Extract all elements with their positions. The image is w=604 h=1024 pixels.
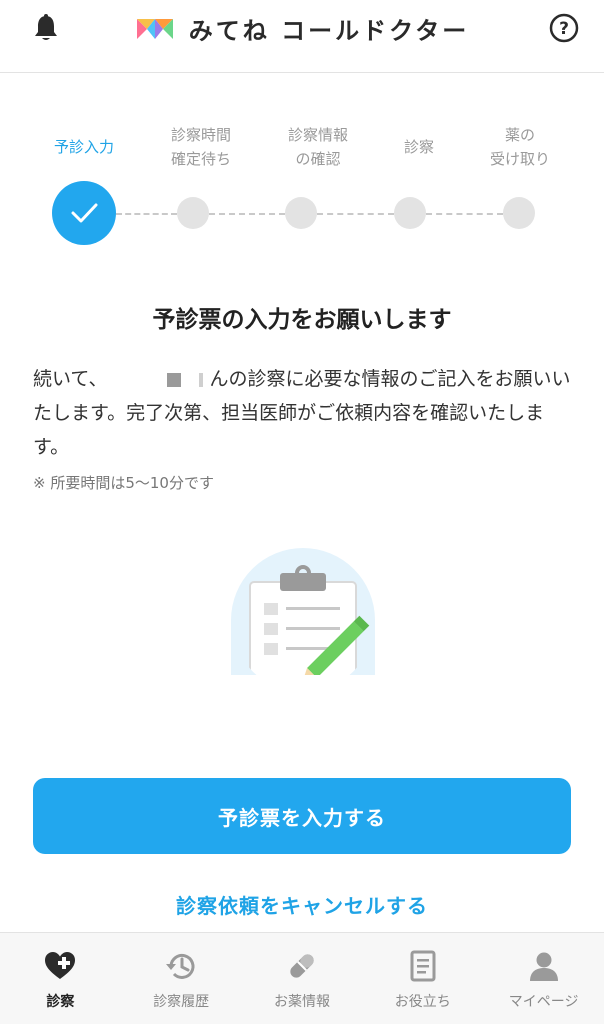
- app-header: みてね コールドクター ?: [0, 0, 604, 73]
- step-connector: [426, 213, 503, 215]
- time-note: ※ 所要時間は5〜10分です: [33, 474, 214, 492]
- step-indicator: [177, 197, 209, 229]
- instruction-text: 続いて、 んの診察に必要な情報のご記入をお願いいたします。完了次第、担当医師がご依…: [33, 368, 571, 458]
- step-indicator: [285, 197, 317, 229]
- tab-consultation[interactable]: 診察: [0, 933, 121, 1024]
- step-connector: [116, 213, 177, 215]
- tab-mypage[interactable]: マイページ: [483, 933, 604, 1024]
- tab-history[interactable]: 診察履歴: [121, 933, 242, 1024]
- check-icon: [71, 203, 98, 223]
- step-indicator: [503, 197, 535, 229]
- step-label-5: 薬の 受け取り: [489, 126, 550, 168]
- history-icon: [166, 953, 195, 979]
- svg-text:?: ?: [559, 19, 569, 39]
- step-label-4: 診察: [403, 138, 434, 156]
- app-title: みてね コールドクター: [188, 16, 470, 45]
- tab-medicine[interactable]: お薬情報: [242, 933, 363, 1024]
- step-connector: [209, 213, 285, 215]
- brand: みてね コールドクター: [0, 10, 604, 46]
- fill-questionnaire-button[interactable]: 予診票を入力する: [33, 778, 571, 854]
- step-label-1: 予診入力: [53, 138, 114, 156]
- step-label-2: 診察時間 確定待ち: [170, 126, 231, 168]
- page-title: 予診票の入力をお願いします: [152, 307, 452, 333]
- step-connector: [317, 213, 394, 215]
- tab-tips[interactable]: お役立ち: [362, 933, 483, 1024]
- cancel-consultation-link[interactable]: 診察依頼をキャンセルする: [0, 890, 604, 919]
- clipboard-pencil-illustration: [231, 548, 375, 675]
- step-indicator: [394, 197, 426, 229]
- question-circle-icon[interactable]: ?: [548, 12, 580, 44]
- app-logo: [136, 19, 173, 39]
- document-icon: [410, 950, 436, 982]
- bottom-tab-bar: 診察 診察履歴 お薬情報 お役立ち マイページ: [0, 932, 604, 1024]
- step-indicator-completed: [52, 181, 116, 245]
- step-label-3: 診察情報 の確認: [287, 126, 348, 168]
- person-icon: [529, 952, 558, 981]
- heart-plus-icon: [45, 952, 76, 979]
- redacted-name: [167, 372, 182, 387]
- pill-icon: [290, 954, 314, 978]
- redacted-name-suffix: [199, 372, 204, 387]
